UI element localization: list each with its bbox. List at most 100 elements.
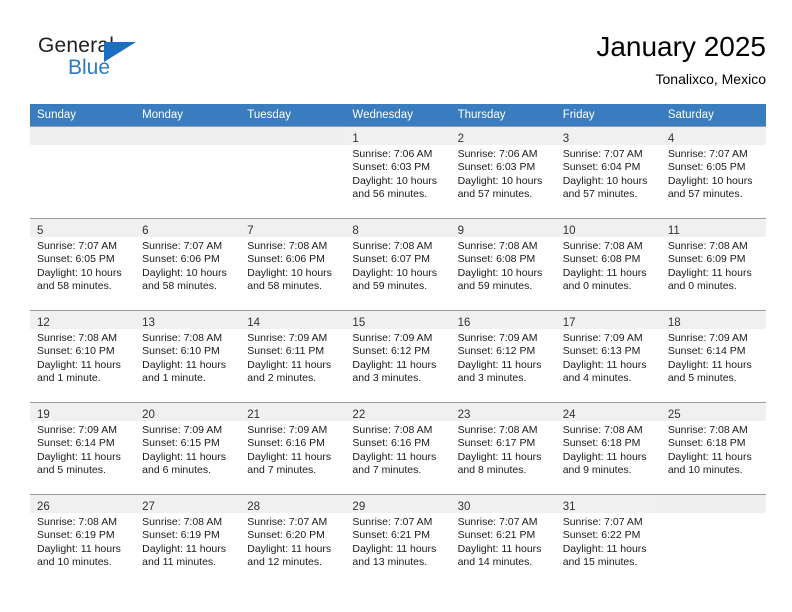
- calendar-day-cell[interactable]: 8 Sunrise: 7:08 AM Sunset: 6:07 PM Daylight…: [345, 218, 451, 310]
- day-number: 23: [457, 409, 471, 421]
- calendar-day-cell[interactable]: [135, 126, 241, 218]
- calendar-day-cell[interactable]: [30, 126, 136, 218]
- calendar-day-cell[interactable]: 23 Sunrise: 7:08 AM Sunset: 6:17 PM Dayligh…: [450, 402, 556, 494]
- calendar-day-cell[interactable]: 7 Sunrise: 7:08 AM Sunset: 6:06 PM Daylight…: [240, 218, 346, 310]
- calendar-table: Sunday Monday Tuesday Wednesday Thursday…: [30, 104, 766, 586]
- sunrise-line: Sunrise: 7:07 AM: [562, 516, 643, 528]
- sunrise-line: Sunrise: 7:08 AM: [142, 332, 223, 344]
- sunset-line: Sunset: 6:10 PM: [37, 345, 115, 358]
- daylight-line-cont: and 3 minutes.: [457, 372, 527, 385]
- daylight-line-cont: and 7 minutes.: [352, 464, 422, 477]
- calendar-day-cell[interactable]: 12 Sunrise: 7:08 AM Sunset: 6:10 PM Dayligh…: [30, 310, 136, 402]
- calendar-day-cell[interactable]: 30 Sunrise: 7:07 AM Sunset: 6:21 PM Dayligh…: [450, 494, 556, 586]
- title-block: January 2025 Tonalixco, Mexico: [596, 30, 766, 90]
- calendar-day-cell[interactable]: 29 Sunrise: 7:07 AM Sunset: 6:21 PM Dayligh…: [345, 494, 451, 586]
- calendar-day-cell[interactable]: [240, 126, 346, 218]
- sunset-line: Sunset: 6:19 PM: [37, 529, 115, 542]
- daylight-line-cont: and 59 minutes.: [352, 280, 428, 293]
- daylight-line-cont: and 58 minutes.: [37, 280, 112, 293]
- sunrise-line: Sunrise: 7:07 AM: [667, 148, 748, 160]
- day-number: 22: [352, 409, 366, 421]
- calendar-day-cell[interactable]: 26 Sunrise: 7:08 AM Sunset: 6:19 PM Dayligh…: [30, 494, 136, 586]
- sunset-line: Sunset: 6:14 PM: [667, 345, 746, 358]
- day-number: 15: [352, 317, 366, 329]
- calendar-day-cell[interactable]: 2 Sunrise: 7:06 AM Sunset: 6:03 PM Daylight…: [450, 126, 556, 218]
- calendar-day-cell[interactable]: 15 Sunrise: 7:09 AM Sunset: 6:12 PM Dayligh…: [345, 310, 451, 402]
- daylight-line: Daylight: 11 hours: [352, 358, 437, 371]
- calendar-day-cell[interactable]: 3 Sunrise: 7:07 AM Sunset: 6:04 PM Daylight…: [555, 126, 661, 218]
- sunrise-line: Sunrise: 7:07 AM: [457, 516, 538, 528]
- calendar-week-row: 19 Sunrise: 7:09 AM Sunset: 6:14 PM Dayligh…: [30, 402, 766, 494]
- daylight-line-cont: and 5 minutes.: [667, 372, 737, 385]
- calendar-week-row: 12 Sunrise: 7:08 AM Sunset: 6:10 PM Dayligh…: [30, 310, 766, 402]
- calendar-day-cell[interactable]: 25 Sunrise: 7:08 AM Sunset: 6:18 PM Dayligh…: [660, 402, 766, 494]
- calendar-day-cell[interactable]: 16 Sunrise: 7:09 AM Sunset: 6:12 PM Dayligh…: [450, 310, 556, 402]
- calendar-day-cell[interactable]: 17 Sunrise: 7:09 AM Sunset: 6:13 PM Dayligh…: [555, 310, 661, 402]
- day-number: 16: [457, 317, 471, 329]
- daylight-line: Daylight: 10 hours: [247, 266, 332, 279]
- calendar-day-cell[interactable]: 19 Sunrise: 7:09 AM Sunset: 6:14 PM Dayligh…: [30, 402, 136, 494]
- sunrise-line: Sunrise: 7:08 AM: [457, 240, 538, 252]
- sunrise-line: Sunrise: 7:07 AM: [37, 240, 117, 252]
- day-number: 27: [142, 501, 155, 513]
- sunset-line: Sunset: 6:11 PM: [247, 345, 325, 358]
- daylight-line: Daylight: 11 hours: [667, 450, 752, 463]
- sunset-line: Sunset: 6:12 PM: [457, 345, 536, 358]
- calendar-day-cell[interactable]: 21 Sunrise: 7:09 AM Sunset: 6:16 PM Dayligh…: [240, 402, 346, 494]
- calendar-day-cell[interactable]: 27 Sunrise: 7:08 AM Sunset: 6:19 PM Dayligh…: [135, 494, 241, 586]
- calendar-day-cell[interactable]: 31 Sunrise: 7:07 AM Sunset: 6:22 PM Dayligh…: [555, 494, 661, 586]
- daylight-line: Daylight: 11 hours: [457, 358, 542, 371]
- calendar-day-cell[interactable]: 5 Sunrise: 7:07 AM Sunset: 6:05 PM Daylight…: [30, 218, 136, 310]
- weekday-header-thursday: Thursday: [450, 104, 556, 126]
- sunset-line: Sunset: 6:05 PM: [37, 253, 115, 266]
- daylight-line-cont: and 56 minutes.: [352, 188, 428, 201]
- calendar-day-cell[interactable]: [660, 494, 766, 586]
- sunrise-line: Sunrise: 7:08 AM: [37, 516, 117, 528]
- calendar-day-cell[interactable]: 4 Sunrise: 7:07 AM Sunset: 6:05 PM Daylight…: [660, 126, 766, 218]
- sunrise-line: Sunrise: 7:09 AM: [562, 332, 643, 344]
- calendar-day-cell[interactable]: 13 Sunrise: 7:08 AM Sunset: 6:10 PM Dayligh…: [135, 310, 241, 402]
- calendar-day-cell[interactable]: 10 Sunrise: 7:08 AM Sunset: 6:08 PM Dayligh…: [555, 218, 661, 310]
- daylight-line-cont: and 8 minutes.: [457, 464, 527, 477]
- daylight-line-cont: and 14 minutes.: [457, 556, 533, 569]
- brand-logo[interactable]: General Blue: [38, 34, 158, 86]
- calendar-grid: Sunday Monday Tuesday Wednesday Thursday…: [30, 104, 766, 586]
- day-number: 9: [457, 225, 464, 237]
- calendar-day-cell[interactable]: 18 Sunrise: 7:09 AM Sunset: 6:14 PM Dayligh…: [660, 310, 766, 402]
- calendar-day-cell[interactable]: 11 Sunrise: 7:08 AM Sunset: 6:09 PM Dayligh…: [660, 218, 766, 310]
- calendar-day-cell[interactable]: 9 Sunrise: 7:08 AM Sunset: 6:08 PM Daylight…: [450, 218, 556, 310]
- calendar-day-cell[interactable]: 20 Sunrise: 7:09 AM Sunset: 6:15 PM Dayligh…: [135, 402, 241, 494]
- calendar-day-cell[interactable]: 28 Sunrise: 7:07 AM Sunset: 6:20 PM Dayligh…: [240, 494, 346, 586]
- calendar-day-cell[interactable]: 22 Sunrise: 7:08 AM Sunset: 6:16 PM Dayligh…: [345, 402, 451, 494]
- daylight-line: Daylight: 11 hours: [142, 450, 226, 463]
- sunrise-line: Sunrise: 7:09 AM: [667, 332, 748, 344]
- daylight-line: Daylight: 11 hours: [667, 266, 752, 279]
- day-number: 2: [457, 133, 464, 145]
- daylight-line: Daylight: 10 hours: [352, 266, 438, 279]
- calendar-page: General Blue January 2025 Tonalixco, Mex…: [0, 0, 792, 612]
- day-number: 10: [562, 225, 576, 237]
- sunset-line: Sunset: 6:21 PM: [352, 529, 431, 542]
- daylight-line-cont: and 6 minutes.: [142, 464, 212, 477]
- sunrise-line: Sunrise: 7:07 AM: [142, 240, 223, 252]
- calendar-day-cell[interactable]: 14 Sunrise: 7:09 AM Sunset: 6:11 PM Dayligh…: [240, 310, 346, 402]
- sunset-line: Sunset: 6:06 PM: [142, 253, 220, 266]
- day-number: 4: [667, 133, 675, 145]
- sunrise-line: Sunrise: 7:09 AM: [247, 424, 328, 436]
- sunset-line: Sunset: 6:21 PM: [457, 529, 536, 542]
- brand-name-general: General: [38, 34, 115, 57]
- weekday-header-saturday: Saturday: [660, 104, 766, 126]
- daylight-line-cont: and 58 minutes.: [142, 280, 217, 293]
- calendar-day-cell[interactable]: 6 Sunrise: 7:07 AM Sunset: 6:06 PM Daylight…: [135, 218, 241, 310]
- day-number: 5: [37, 225, 44, 237]
- daylight-line: Daylight: 11 hours: [562, 450, 647, 463]
- day-number: 1: [352, 133, 359, 145]
- weekday-header-tuesday: Tuesday: [240, 104, 346, 126]
- daylight-line: Daylight: 11 hours: [562, 266, 647, 279]
- daylight-line: Daylight: 11 hours: [247, 542, 332, 555]
- daylight-line-cont: and 58 minutes.: [247, 280, 322, 293]
- calendar-day-cell[interactable]: 24 Sunrise: 7:08 AM Sunset: 6:18 PM Dayligh…: [555, 402, 661, 494]
- daylight-line: Daylight: 10 hours: [457, 174, 543, 187]
- daylight-line: Daylight: 10 hours: [352, 174, 438, 187]
- calendar-day-cell[interactable]: 1 Sunrise: 7:06 AM Sunset: 6:03 PM Daylight…: [345, 126, 451, 218]
